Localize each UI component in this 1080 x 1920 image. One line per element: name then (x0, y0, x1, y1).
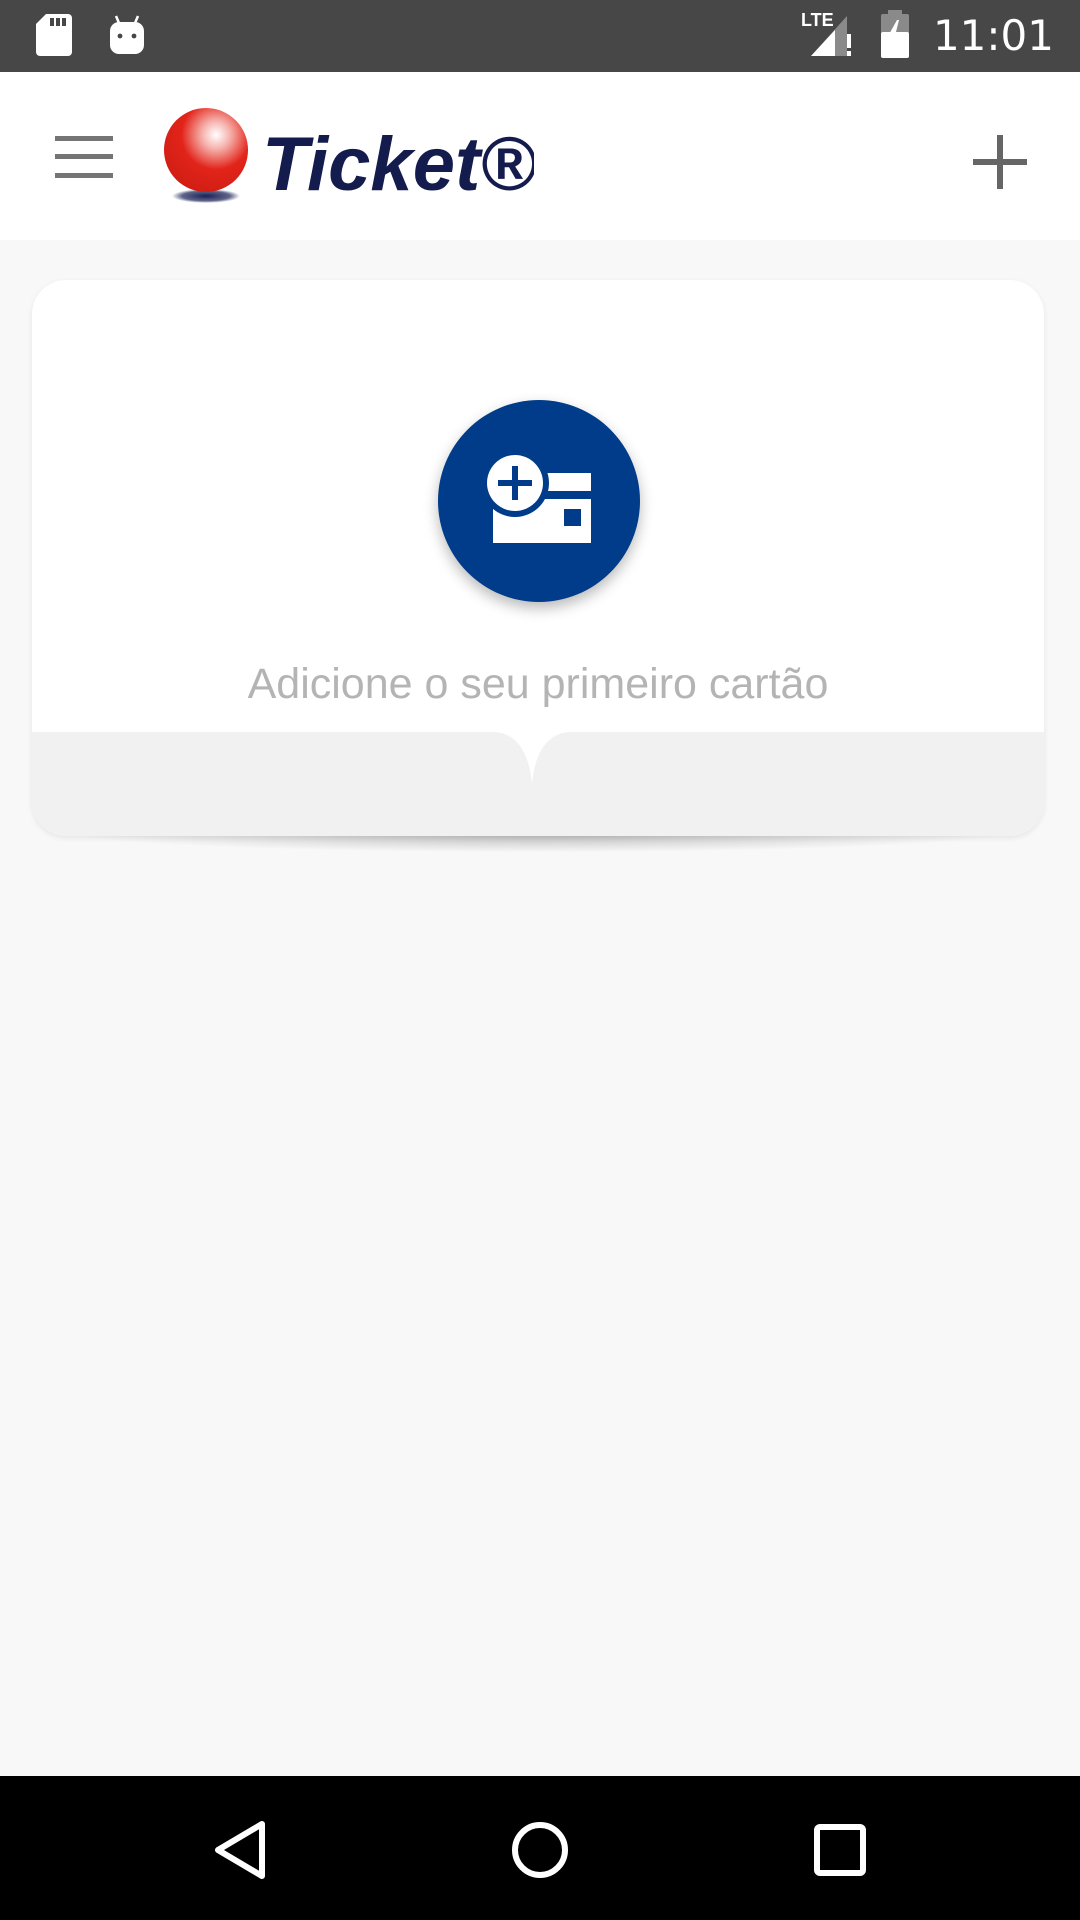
svg-text:Ticket®: Ticket® (262, 122, 534, 207)
empty-state-card[interactable]: Adicione o seu primeiro cartão (32, 280, 1044, 836)
add-button[interactable] (960, 122, 1040, 202)
back-button[interactable] (200, 1810, 280, 1890)
status-bar: LTE 11:01 (0, 0, 1080, 72)
hamburger-menu-icon (55, 136, 113, 178)
signal-icon: LTE (801, 10, 857, 62)
svg-text:LTE: LTE (801, 10, 834, 30)
add-card-icon (481, 451, 591, 543)
plus-icon (973, 135, 1027, 189)
ticket-logo: Ticket® (164, 102, 536, 212)
system-nav-bar (0, 1776, 1080, 1920)
home-button[interactable] (500, 1810, 580, 1890)
add-card-button[interactable] (438, 400, 640, 602)
add-card-panel: Adicione o seu primeiro cartão (32, 280, 1044, 852)
empty-state-message: Adicione o seu primeiro cartão (247, 660, 829, 708)
app-bar: Ticket® (0, 72, 1080, 240)
recents-icon (814, 1824, 866, 1876)
recents-button[interactable] (800, 1810, 880, 1890)
home-icon (512, 1822, 568, 1878)
android-icon (108, 14, 146, 60)
back-icon (215, 1821, 265, 1879)
card-footer-strip (32, 732, 1044, 836)
battery-charging-icon (879, 10, 911, 62)
menu-button[interactable] (44, 122, 124, 192)
sd-card-icon (36, 14, 72, 60)
status-time: 11:01 (932, 11, 1054, 60)
